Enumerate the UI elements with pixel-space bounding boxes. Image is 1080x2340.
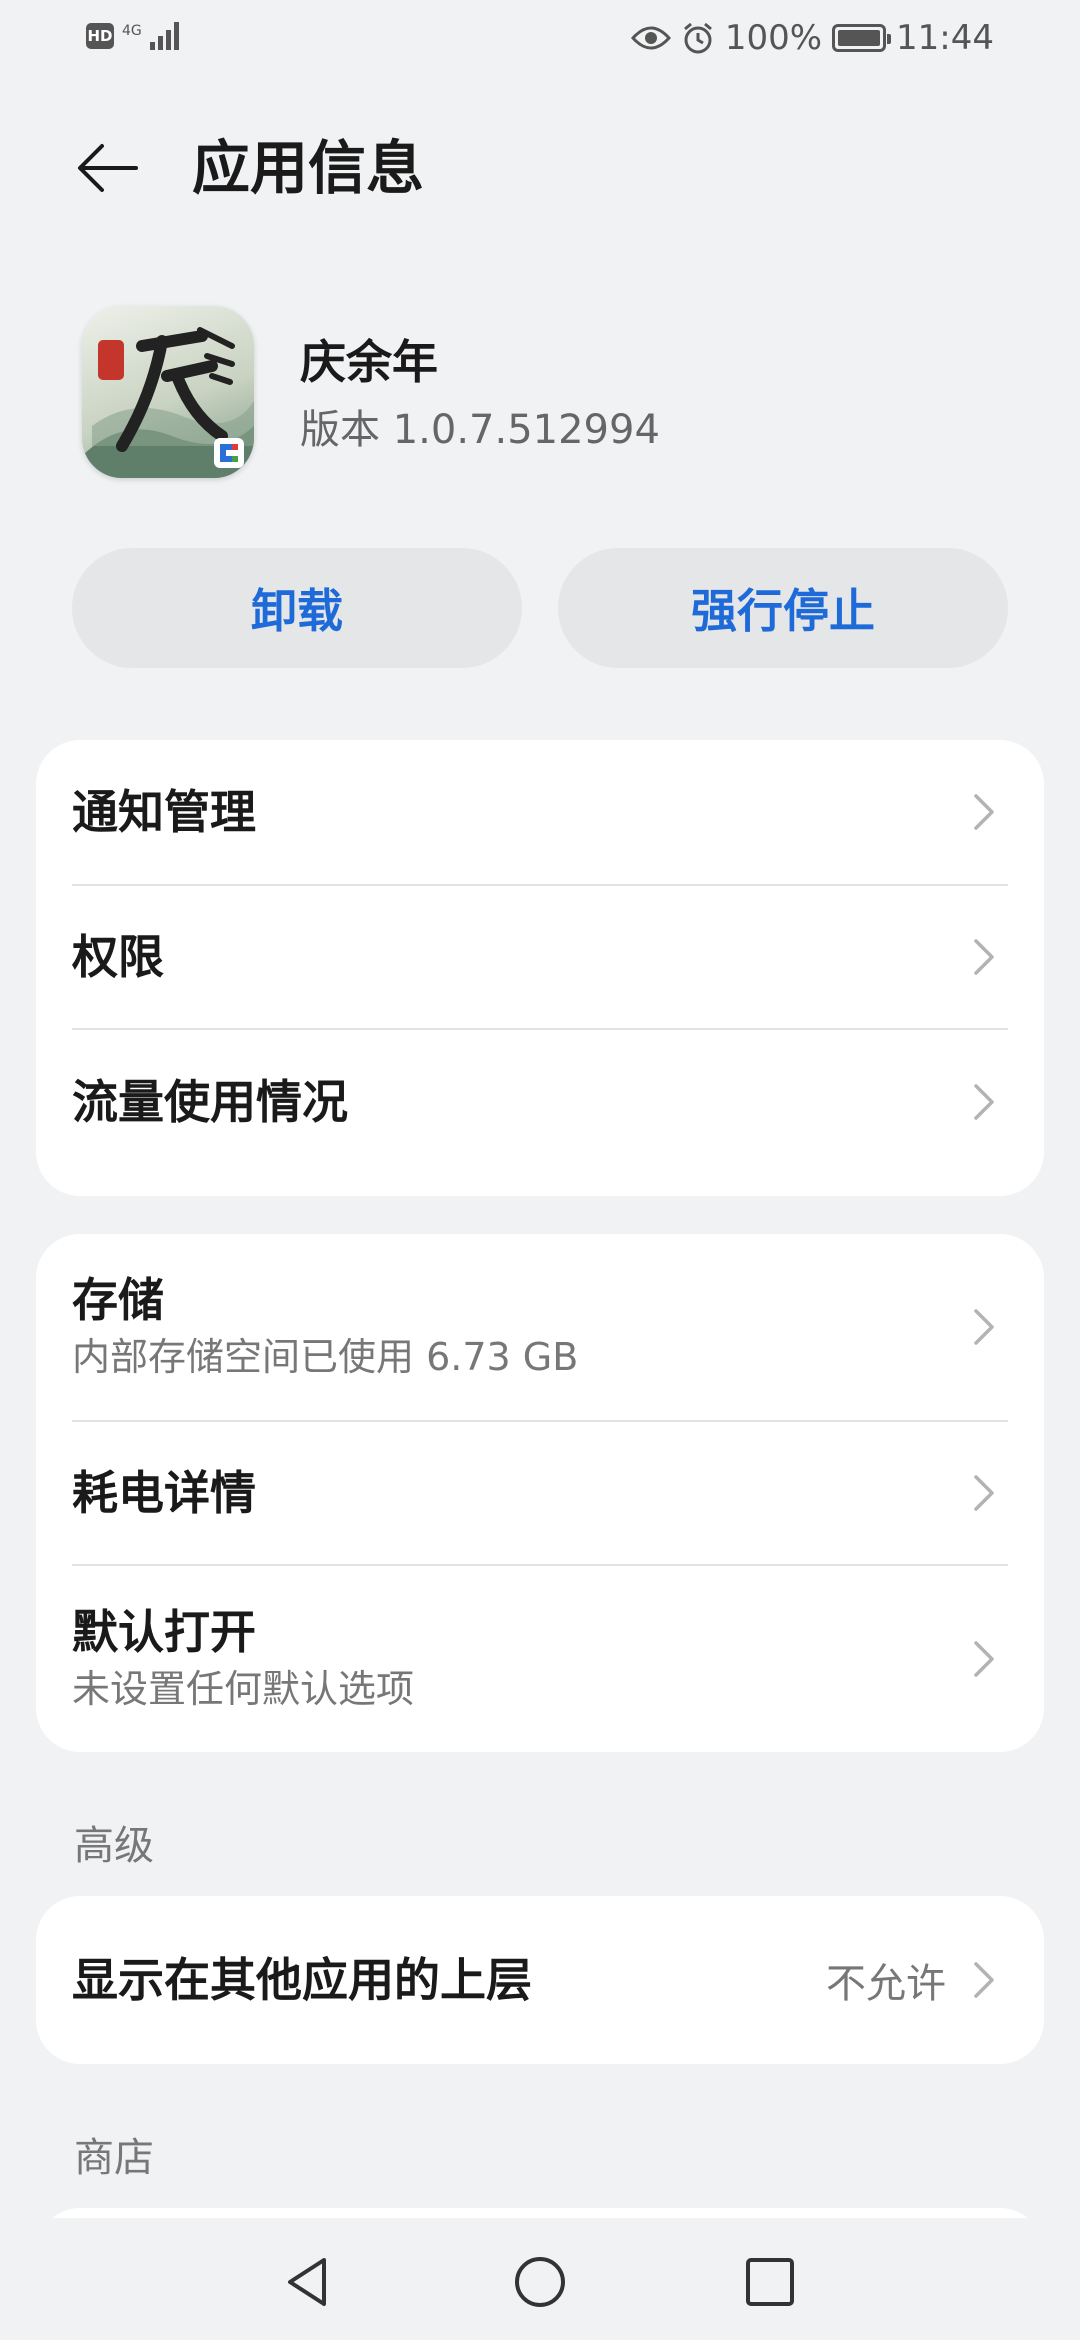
- row-open-by-default[interactable]: 默认打开 未设置任何默认选项: [36, 1566, 1044, 1752]
- row-text: 存储 内部存储空间已使用 6.73 GB: [72, 1270, 960, 1384]
- navigation-bar: [0, 2218, 1080, 2340]
- status-bar: HD 4G 100% 11:44: [0, 0, 1080, 84]
- chevron-right-icon: [960, 1303, 1008, 1351]
- app-name: 庆余年: [300, 335, 438, 389]
- nav-home-button[interactable]: [500, 2242, 580, 2322]
- row-text: 默认打开 未设置任何默认选项: [72, 1602, 960, 1716]
- force-stop-button[interactable]: 强行停止: [558, 548, 1008, 668]
- chevron-right-icon: [960, 1635, 1008, 1683]
- nav-back-button[interactable]: [268, 2242, 348, 2322]
- chevron-right-icon: [960, 1078, 1008, 1126]
- clock: 11:44: [896, 18, 994, 58]
- network-type: 4G: [122, 23, 142, 39]
- row-battery-details[interactable]: 耗电详情: [36, 1422, 1044, 1564]
- settings-card-2: 存储 内部存储空间已使用 6.73 GB 耗电详情 默认打开 未设置任何默认选项: [36, 1234, 1044, 1752]
- row-text: 通知管理: [72, 782, 960, 842]
- settings-card-advanced: 显示在其他应用的上层 不允许: [36, 1896, 1044, 2064]
- chevron-right-icon: [960, 1956, 1008, 2004]
- row-text: 权限: [72, 927, 960, 987]
- row-title: 显示在其他应用的上层: [72, 1953, 532, 2007]
- nav-recents-button[interactable]: [730, 2242, 810, 2322]
- battery-fill: [838, 30, 881, 46]
- row-value: 不允许: [826, 1961, 946, 2007]
- row-title: 耗电详情: [72, 1466, 256, 1520]
- hd-badge: HD: [86, 23, 114, 49]
- row-subtitle: 内部存储空间已使用 6.73 GB: [72, 1335, 579, 1379]
- row-subtitle: 未设置任何默认选项: [72, 1667, 415, 1711]
- chevron-right-icon: [960, 788, 1008, 836]
- row-title: 默认打开: [72, 1605, 256, 1659]
- signal-icon: [149, 22, 179, 50]
- row-display-over-other-apps[interactable]: 显示在其他应用的上层 不允许: [36, 1896, 1044, 2064]
- circle-home-icon: [515, 2257, 565, 2307]
- section-label-store: 商店: [74, 2135, 154, 2181]
- battery-icon: [832, 24, 892, 52]
- battery-percent: 100%: [724, 18, 823, 58]
- triangle-back-icon: [288, 2258, 326, 2306]
- page-title: 应用信息: [192, 134, 425, 202]
- app-logo-art: [82, 327, 254, 478]
- row-title: 流量使用情况: [72, 1075, 348, 1129]
- alarm-icon: [683, 22, 712, 54]
- row-storage[interactable]: 存储 内部存储空间已使用 6.73 GB: [36, 1234, 1044, 1420]
- arrow-left-icon: [78, 144, 138, 192]
- row-data-usage[interactable]: 流量使用情况: [36, 1030, 1044, 1174]
- app-icon: [82, 306, 254, 478]
- row-title: 权限: [72, 930, 164, 984]
- row-title: 存储: [72, 1273, 164, 1327]
- status-right: 100% 11:44: [630, 18, 994, 58]
- row-title: 通知管理: [72, 785, 256, 839]
- row-text: 耗电详情: [72, 1463, 960, 1523]
- eye-icon: [630, 26, 671, 50]
- settings-card-1: 通知管理 权限 流量使用情况: [36, 740, 1044, 1196]
- uninstall-button[interactable]: 卸载: [72, 548, 522, 668]
- row-text: 显示在其他应用的上层: [72, 1950, 826, 2010]
- row-permissions[interactable]: 权限: [36, 886, 1044, 1028]
- square-recents-icon: [746, 2258, 794, 2306]
- status-left: HD 4G: [86, 22, 179, 50]
- chevron-right-icon: [960, 1469, 1008, 1517]
- row-notification-management[interactable]: 通知管理: [36, 740, 1044, 884]
- chevron-right-icon: [960, 933, 1008, 981]
- back-button[interactable]: [68, 128, 148, 208]
- section-label-advanced: 高级: [74, 1823, 154, 1869]
- app-version: 版本 1.0.7.512994: [300, 407, 660, 453]
- row-text: 流量使用情况: [72, 1072, 960, 1132]
